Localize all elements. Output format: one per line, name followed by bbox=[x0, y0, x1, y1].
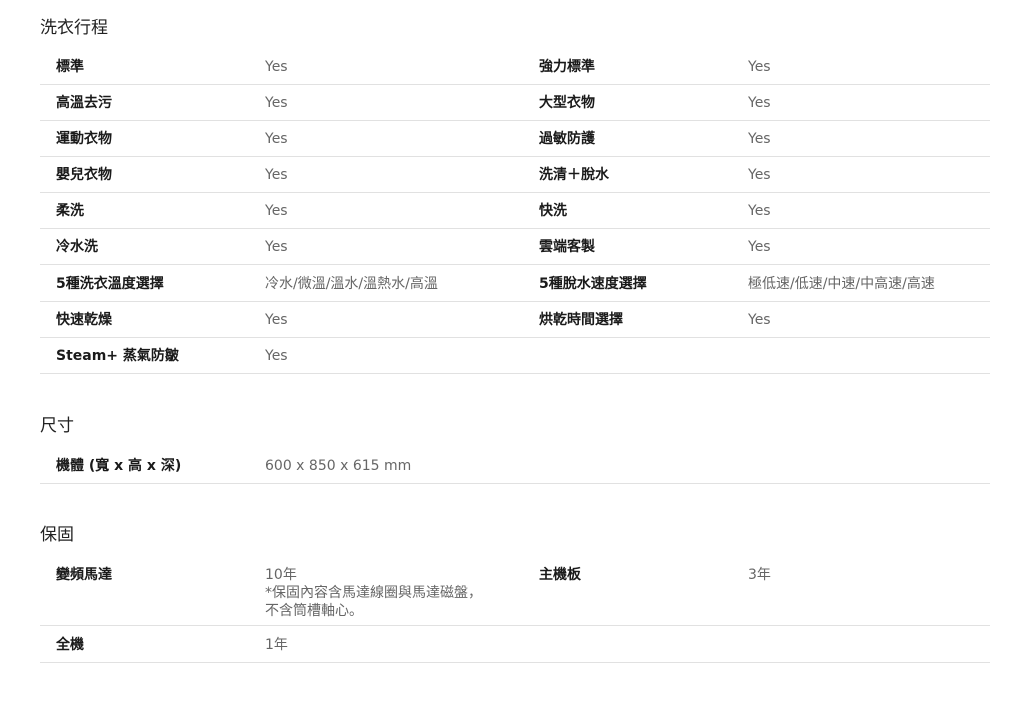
spec-label: 主機板 bbox=[539, 567, 581, 583]
spec-label: 冷水洗 bbox=[56, 239, 98, 255]
spec-value-multiline: 10年 *保固內容含馬達線圈與馬達磁盤， 不含筒槽軸心。 bbox=[265, 566, 482, 620]
spec-value: Yes bbox=[265, 59, 288, 75]
spec-value: Yes bbox=[265, 95, 288, 111]
spec-label: 標準 bbox=[56, 59, 84, 75]
spec-label: 機體 (寬 x 高 x 深) bbox=[56, 458, 182, 474]
spec-value: Yes bbox=[265, 312, 288, 328]
spec-row: Steam+ 蒸氣防皺 Yes bbox=[40, 347, 990, 374]
spec-value: 3年 bbox=[748, 567, 771, 583]
spec-value: Yes bbox=[748, 95, 771, 111]
spec-row: 變頻馬達 10年 *保固內容含馬達線圈與馬達磁盤， 不含筒槽軸心。 主機板 3年 bbox=[40, 566, 990, 626]
spec-value-note: *保固內容含馬達線圈與馬達磁盤， bbox=[265, 585, 482, 601]
spec-row: 高溫去污 Yes 大型衣物 Yes bbox=[40, 94, 990, 121]
spec-row: 5種洗衣溫度選擇 冷水/微溫/溫水/溫熱水/高溫 5種脫水速度選擇 極低速/低速… bbox=[40, 275, 990, 302]
spec-label: 變頻馬達 bbox=[56, 567, 112, 583]
spec-value: Yes bbox=[265, 131, 288, 147]
spec-row: 嬰兒衣物 Yes 洗清＋脫水 Yes bbox=[40, 166, 990, 193]
spec-value: Yes bbox=[748, 59, 771, 75]
spec-label: 快速乾燥 bbox=[56, 312, 112, 328]
spec-row: 運動衣物 Yes 過敏防護 Yes bbox=[40, 130, 990, 157]
spec-label: 5種洗衣溫度選擇 bbox=[56, 276, 164, 292]
spec-value: Yes bbox=[748, 312, 771, 328]
spec-value: Yes bbox=[265, 167, 288, 183]
spec-label: Steam+ 蒸氣防皺 bbox=[56, 348, 179, 364]
spec-value-note: 不含筒槽軸心。 bbox=[265, 603, 363, 619]
spec-label: 強力標準 bbox=[539, 59, 595, 75]
section-title: 保固 bbox=[40, 525, 74, 545]
spec-value: 600 x 850 x 615 mm bbox=[265, 458, 412, 474]
spec-label: 高溫去污 bbox=[56, 95, 112, 111]
spec-row: 快速乾燥 Yes 烘乾時間選擇 Yes bbox=[40, 311, 990, 338]
spec-row: 冷水洗 Yes 雲端客製 Yes bbox=[40, 238, 990, 265]
spec-label: 大型衣物 bbox=[539, 95, 595, 111]
spec-label: 雲端客製 bbox=[539, 239, 595, 255]
spec-value: 極低速/低速/中速/中高速/高速 bbox=[748, 276, 935, 292]
spec-row: 標準 Yes 強力標準 Yes bbox=[40, 58, 990, 85]
spec-label: 洗清＋脫水 bbox=[539, 167, 609, 183]
spec-value: Yes bbox=[748, 239, 771, 255]
spec-label: 嬰兒衣物 bbox=[56, 167, 112, 183]
spec-label: 運動衣物 bbox=[56, 131, 112, 147]
spec-value: Yes bbox=[748, 203, 771, 219]
spec-value: 冷水/微溫/溫水/溫熱水/高溫 bbox=[265, 276, 438, 292]
spec-label: 柔洗 bbox=[56, 203, 84, 219]
spec-value: Yes bbox=[265, 239, 288, 255]
spec-label: 過敏防護 bbox=[539, 131, 595, 147]
spec-label: 全機 bbox=[56, 637, 84, 653]
spec-value: 1年 bbox=[265, 637, 288, 653]
spec-value: Yes bbox=[265, 348, 288, 364]
spec-row: 機體 (寬 x 高 x 深) 600 x 850 x 615 mm bbox=[40, 457, 990, 484]
spec-value: Yes bbox=[265, 203, 288, 219]
spec-row: 全機 1年 bbox=[40, 636, 990, 663]
spec-label: 5種脫水速度選擇 bbox=[539, 276, 647, 292]
spec-value-line: 10年 bbox=[265, 567, 297, 583]
spec-row: 柔洗 Yes 快洗 Yes bbox=[40, 202, 990, 229]
spec-value: Yes bbox=[748, 167, 771, 183]
section-title: 洗衣行程 bbox=[40, 18, 108, 38]
section-title: 尺寸 bbox=[40, 416, 74, 436]
spec-value: Yes bbox=[748, 131, 771, 147]
spec-label: 快洗 bbox=[539, 203, 567, 219]
spec-page: 洗衣行程 標準 Yes 強力標準 Yes 高溫去污 Yes 大型衣物 Yes 運… bbox=[0, 0, 1030, 707]
spec-label: 烘乾時間選擇 bbox=[539, 312, 623, 328]
